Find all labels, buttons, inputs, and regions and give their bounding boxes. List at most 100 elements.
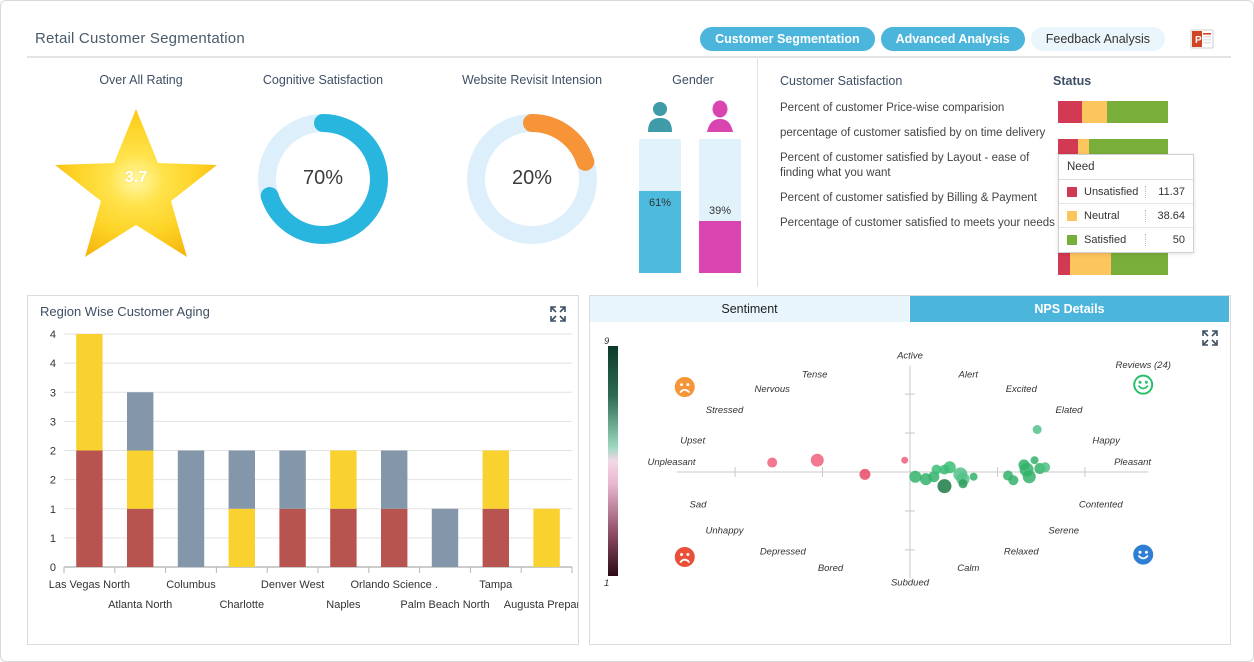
tab-feedback-analysis[interactable]: Feedback Analysis <box>1030 27 1165 51</box>
svg-text:Nervous: Nervous <box>755 384 791 395</box>
svg-text:Happy: Happy <box>1092 436 1121 447</box>
svg-text:0: 0 <box>50 562 56 574</box>
kpi-row: Over All Rating 3.7 Cognitive Satisfacti… <box>27 59 755 287</box>
gender-male-value: 61% <box>648 197 672 210</box>
svg-text:Excited: Excited <box>1006 384 1038 395</box>
female-person-icon <box>699 95 741 133</box>
svg-text:Active: Active <box>896 351 923 362</box>
kpi-overall-rating-label: Over All Rating <box>99 73 183 87</box>
status-segment-neutral[interactable] <box>1070 253 1111 275</box>
satisfaction-item-list: Percent of customer Price-wise comparisi… <box>780 101 1058 241</box>
svg-text:3: 3 <box>50 387 56 399</box>
kpi-cognitive-value: 70% <box>302 167 344 189</box>
legend-swatch-icon <box>1067 210 1077 221</box>
svg-text:9: 9 <box>604 336 610 347</box>
status-title: Status <box>1053 74 1092 88</box>
region-wise-customer-aging-panel: Region Wise Customer Aging 4 4 3 3 2 2 1 1 0 Las … <box>27 295 579 645</box>
tab-customer-segmentation[interactable]: Customer Segmentation <box>700 27 875 51</box>
svg-text:Atlanta North: Atlanta North <box>108 599 172 611</box>
legend-swatch-icon <box>1067 186 1077 197</box>
svg-text:3: 3 <box>50 416 56 428</box>
tooltip-row-label: Unsatisfied <box>1084 185 1139 198</box>
kpi-gender: Gender 61% 39% <box>635 73 751 285</box>
svg-text:Bored: Bored <box>818 563 844 574</box>
svg-text:Tampa: Tampa <box>479 579 513 591</box>
star-icon: 3.7 <box>51 101 221 261</box>
svg-text:Pleasant: Pleasant <box>1114 457 1151 468</box>
status-segment-unsatisfied[interactable] <box>1058 253 1071 275</box>
kpi-overall-rating-value: 3.7 <box>124 169 148 186</box>
svg-text:Contented: Contented <box>1079 499 1124 510</box>
svg-text:Calm: Calm <box>957 563 979 574</box>
male-person-icon <box>639 95 681 133</box>
need-tooltip: Need Unsatisfied 11.37 Neutral 38.64 Satisfi… <box>1058 154 1194 253</box>
dashboard-page: Retail Customer Segmentation Customer Se… <box>0 0 1254 662</box>
tooltip-title: Need <box>1059 155 1193 180</box>
kpi-cognitive-label: Cognitive Satisfaction <box>262 73 384 87</box>
kpi-revisit-label: Website Revisit Intension <box>461 73 603 87</box>
status-segment-unsatisfied[interactable] <box>1058 101 1083 123</box>
page-title: Retail Customer Segmentation <box>35 30 245 47</box>
nps-details-panel: Sentiment NPS Details 9 1 Tense Nervous Stre… <box>589 295 1231 645</box>
gender-chart: 61% 39% <box>635 95 745 285</box>
svg-text:Unpleasant: Unpleasant <box>647 457 695 468</box>
svg-text:2: 2 <box>50 446 56 458</box>
svg-text:1: 1 <box>50 533 56 545</box>
tooltip-row: Satisfied 50 <box>1059 228 1193 252</box>
satisfaction-item: Percent of customer satisfied by Layout … <box>780 152 1030 179</box>
tooltip-rows: Unsatisfied 11.37 Neutral 38.64 Satisfied 50 <box>1059 180 1193 252</box>
gender-female-value: 39% <box>708 204 732 217</box>
bar-chart: 4 4 3 3 2 2 1 1 0 Las Vegas North Atlanta North Col… <box>49 329 578 611</box>
powerpoint-icon[interactable]: P <box>1189 26 1215 52</box>
svg-text:Palm Beach North: Palm Beach North <box>400 599 489 611</box>
svg-text:Charlotte: Charlotte <box>219 599 264 611</box>
svg-text:Unhappy: Unhappy <box>705 525 744 536</box>
gender-male-column: 61% <box>639 95 681 273</box>
satisfaction-item: Percent of customer satisfied by Billing… <box>780 192 1037 204</box>
svg-text:Sad: Sad <box>690 499 708 510</box>
svg-text:1: 1 <box>604 578 609 589</box>
svg-text:Denver West: Denver West <box>261 579 324 591</box>
svg-text:Upset: Upset <box>680 436 705 447</box>
svg-text:4: 4 <box>50 329 56 341</box>
customer-satisfaction-title: Customer Satisfaction <box>780 74 903 88</box>
status-stacked-bar[interactable] <box>1058 101 1168 123</box>
tooltip-row-value: 50 <box>1145 234 1193 246</box>
right-panel-tabs: Sentiment NPS Details <box>590 296 1230 322</box>
kpi-revisit-value: 20% <box>511 167 553 189</box>
kpi-gender-label: Gender <box>672 73 714 87</box>
svg-text:1: 1 <box>50 504 56 516</box>
svg-text:Orlando Science .: Orlando Science . <box>350 579 437 591</box>
tooltip-row-label: Satisfied <box>1084 234 1127 246</box>
header-tabs: Customer Segmentation Advanced Analysis … <box>700 27 1165 51</box>
tab-advanced-analysis[interactable]: Advanced Analysis <box>880 27 1025 51</box>
svg-text:4: 4 <box>50 358 56 370</box>
svg-text:2: 2 <box>50 475 56 487</box>
kpi-cognitive-satisfaction: Cognitive Satisfaction 70% <box>233 73 413 249</box>
status-stacked-bar[interactable] <box>1058 253 1168 275</box>
tooltip-row-label: Neutral <box>1084 209 1120 222</box>
sentiment-scatter-chart: 9 1 Tense Nervous Stressed Upset Unpleasant Sad… <box>604 336 1171 589</box>
satisfaction-item: Percent of customer Price-wise comparisi… <box>780 102 1005 114</box>
svg-text:Elated: Elated <box>1056 405 1084 416</box>
tooltip-row-value: 11.37 <box>1145 185 1193 198</box>
revisit-donut-chart: 20% <box>462 109 602 249</box>
header-divider <box>27 56 1231 58</box>
status-segment-satisfied[interactable] <box>1110 253 1168 275</box>
svg-text:Stressed: Stressed <box>706 405 744 416</box>
gender-female-bar: 39% <box>699 139 741 273</box>
legend-swatch-icon <box>1067 235 1077 245</box>
tab-nps-details[interactable]: NPS Details <box>910 296 1230 322</box>
cognitive-donut-chart: 70% <box>253 109 393 249</box>
status-segment-neutral[interactable] <box>1082 101 1108 123</box>
status-segment-satisfied[interactable] <box>1107 101 1168 123</box>
gender-male-bar: 61% <box>639 139 681 273</box>
kpi-overall-rating: Over All Rating 3.7 <box>51 73 231 261</box>
svg-text:Depressed: Depressed <box>760 547 807 558</box>
tab-sentiment[interactable]: Sentiment <box>590 296 910 322</box>
tooltip-row: Neutral 38.64 <box>1059 204 1193 228</box>
satisfaction-item: Percentage of customer satisfied to meet… <box>780 217 1055 229</box>
svg-text:Columbus: Columbus <box>166 579 216 591</box>
header: Retail Customer Segmentation Customer Se… <box>1 1 1253 58</box>
left-panel-title: Region Wise Customer Aging <box>40 304 210 319</box>
